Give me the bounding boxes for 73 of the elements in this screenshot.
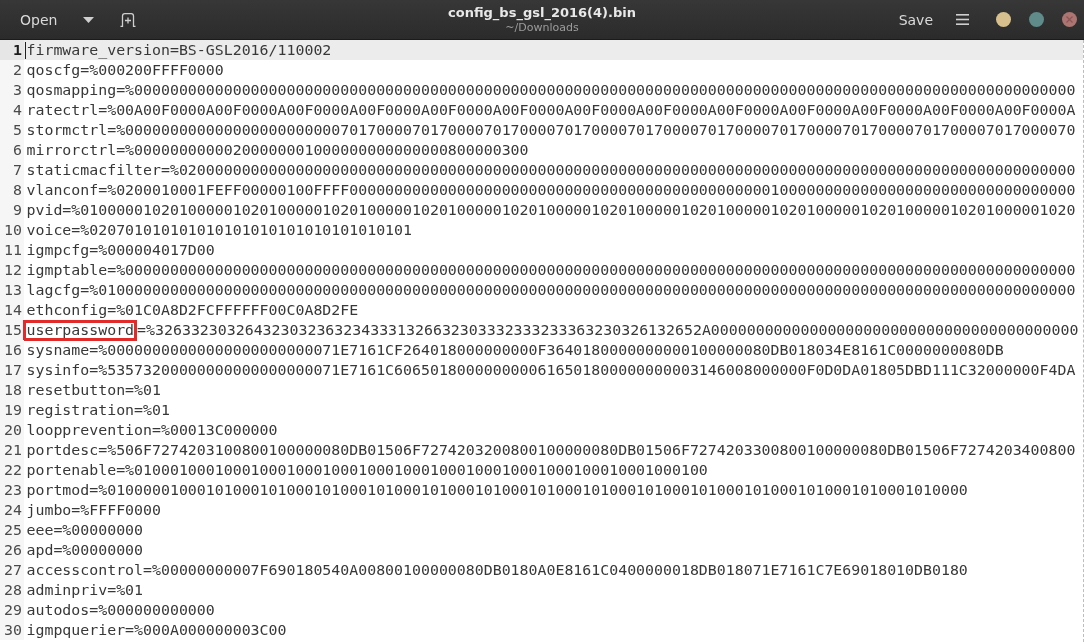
line-number: 28	[0, 580, 24, 600]
line-number: 12	[0, 260, 24, 280]
line-number: 25	[0, 520, 24, 540]
line-number: 19	[0, 400, 24, 420]
code-text: igmpcfg=%000004017D00	[26, 240, 215, 260]
code-text: adminpriv=%01	[26, 580, 144, 600]
line-number: 1	[0, 40, 24, 60]
code-text: igmpquerier=%000A000000003C00	[26, 620, 287, 640]
code-text: accesscontrol=%00000000007F690180540A00800100000080DB0180A0E8161C0400000018DB018071E7161C7E69018010DB0180	[26, 560, 968, 580]
code-text: =%3263323032643230323632343331326632303332333233363230326132652A00000000000000000000000000000000000000000	[137, 320, 1079, 340]
code-text: pvid=%010000010201000001020100000102010000010201000001020100000102010000010201000001020100000102010000010201000001020	[26, 200, 1076, 220]
code-text: resetbutton=%01	[26, 380, 161, 400]
line-number: 24	[0, 500, 24, 520]
line-number: 27	[0, 560, 24, 580]
line-number: 10	[0, 220, 24, 240]
code-text: lagcfg=%0100000000000000000000000000000000000000000000000000000000000000000000000000000000000000000000000000000000000	[26, 280, 1076, 300]
line-number: 21	[0, 440, 24, 460]
code-text: portdesc=%506F7274203100800100000080DB01506F7274203200800100000080DB01506F7274203300800100000080DB01506F7274203400800	[26, 440, 1076, 460]
text-cursor-icon	[25, 41, 26, 59]
code-text: staticmacfilter=%0200000000000000000000000000000000000000000000000000000000000000000000000000000000000000000000000000	[26, 160, 1076, 180]
line-number: 18	[0, 380, 24, 400]
code-text: igmptable=%0000000000000000000000000000000000000000000000000000000000000000000000000000000000000000000000000000000000	[26, 260, 1076, 280]
line-number: 13	[0, 280, 24, 300]
menu-icon	[956, 14, 969, 25]
save-button[interactable]: Save	[886, 4, 945, 35]
line-number: 23	[0, 480, 24, 500]
line-number: 8	[0, 180, 24, 200]
maximize-button[interactable]	[1029, 12, 1044, 27]
close-button[interactable]	[1062, 12, 1077, 27]
open-button[interactable]: Open	[8, 4, 70, 35]
window-subtitle: ~/Downloads	[505, 20, 579, 34]
code-text: voice=%020701010101010101010101010101010101	[26, 220, 412, 240]
code-text: ratectrl=%00A00F0000A00F0000A00F0000A00F0000A00F0000A00F0000A00F0000A00F0000A00F0000A00F0000A00F0000A00F0000A00F0000A	[26, 100, 1076, 120]
line-number: 30	[0, 620, 24, 640]
code-text: ethconfig=%01C0A8D2FCFFFFFF00C0A8D2FE	[26, 300, 359, 320]
caret-icon	[83, 16, 95, 23]
code-text: stormctrl=%0000000000000000000000007017000070170000701700007017000070170000701700007017000070170000701700007017000070	[26, 120, 1076, 140]
line-number: 11	[0, 240, 24, 260]
line-number: 4	[0, 100, 24, 120]
code-text: firmware_version=BS-GSL2016/110002	[26, 40, 332, 60]
line-number: 3	[0, 80, 24, 100]
code-text: eee=%00000000	[26, 520, 144, 540]
code-text: vlanconf=%0200010001FEFF00000100FFFF000000000000000000000000000000000000000000000001000000000000000000000000000000000	[26, 180, 1076, 200]
code-text: portmod=%010000010001010001010001010001010001010001010001010001010001010001010001010001010001010001010000	[26, 480, 968, 500]
code-text: apd=%00000000	[26, 540, 144, 560]
line-number: 16	[0, 340, 24, 360]
line-number: 26	[0, 540, 24, 560]
code-text: loopprevention=%00013C000000	[26, 420, 278, 440]
line-number: 15	[0, 320, 24, 340]
window-title: config_bs_gsl_2016(4).bin	[448, 5, 636, 21]
code-text: sysname=%00000000000000000000000071E7161CF264018000000000F3640180000000000100000080DB018034E8161C0000000080DB	[26, 340, 1004, 360]
close-icon	[1066, 16, 1073, 23]
line-number: 22	[0, 460, 24, 480]
tab-plus-icon	[120, 12, 137, 27]
code-text: jumbo=%FFFF0000	[26, 500, 161, 520]
minimize-button[interactable]	[996, 12, 1011, 27]
line-number: 2	[0, 60, 24, 80]
code-text: registration=%01	[26, 400, 170, 420]
line-number: 20	[0, 420, 24, 440]
line-number: 9	[0, 200, 24, 220]
line-number: 29	[0, 600, 24, 620]
code-text: autodos=%000000000000	[26, 600, 215, 620]
outlined-code-text: userpassword	[22, 319, 138, 341]
line-number: 14	[0, 300, 24, 320]
line-number: 6	[0, 140, 24, 160]
line-number: 17	[0, 360, 24, 380]
code-text: portenable=%0100010001000100010001000100010001000100010001000100010001000100	[26, 460, 708, 480]
code-text: qosmapping=%000000000000000000000000000000000000000000000000000000000000000000000000000000000000000000000000000000000	[26, 80, 1076, 100]
code-text: qoscfg=%000200FFFF0000	[26, 60, 224, 80]
code-text: mirrorctrl=%00000000000200000001000000000000000800000300	[26, 140, 529, 160]
code-text: sysinfo=%53573200000000000000000071E7161C6065018000000000616501800000000003146008000000F0D0DA01805DBD111C32000000F4DA	[26, 360, 1076, 380]
line-number: 7	[0, 160, 24, 180]
line-number: 5	[0, 120, 24, 140]
